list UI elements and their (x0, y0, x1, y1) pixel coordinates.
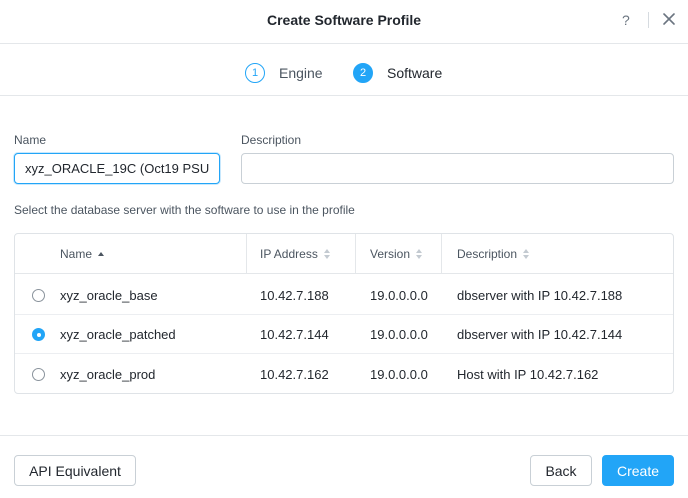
column-divider (441, 234, 442, 274)
header-divider (648, 12, 649, 28)
dialog-title: Create Software Profile (266, 12, 422, 28)
sort-ascending-icon (98, 249, 105, 259)
cell-description: dbserver with IP 10.42.7.188 (457, 287, 623, 303)
row-radio[interactable] (32, 368, 45, 381)
table-row[interactable]: xyz_oracle_patched 10.42.7.144 19.0.0.0.… (15, 314, 673, 354)
back-button[interactable]: Back (530, 455, 592, 486)
cell-ip: 10.42.7.188 (260, 287, 329, 303)
step-number-1: 1 (245, 63, 265, 83)
column-label-ip: IP Address (260, 247, 318, 261)
software-table: Name IP Address Version Description xyz_… (14, 233, 674, 394)
cell-version: 19.0.0.0.0 (370, 287, 428, 303)
cell-description: dbserver with IP 10.42.7.144 (457, 326, 623, 342)
sort-icon (416, 249, 423, 259)
name-input[interactable] (14, 153, 220, 184)
step-label-software: Software (387, 65, 443, 81)
step-number-2: 2 (353, 63, 373, 83)
sort-icon (323, 249, 331, 259)
cell-version: 19.0.0.0.0 (370, 366, 428, 382)
cell-ip: 10.42.7.144 (260, 326, 329, 342)
name-label: Name (14, 133, 47, 147)
table-header: Name IP Address Version Description (15, 234, 673, 274)
cell-version: 19.0.0.0.0 (370, 326, 428, 342)
cell-name: xyz_oracle_prod (60, 366, 156, 382)
column-divider (355, 234, 356, 274)
description-label: Description (241, 133, 302, 147)
step-software[interactable]: 2 Software (353, 62, 442, 84)
column-label-version: Version (370, 247, 411, 261)
column-label-name: Name (60, 247, 93, 261)
cell-name: xyz_oracle_patched (60, 326, 176, 342)
cell-description: Host with IP 10.42.7.162 (457, 366, 599, 382)
help-icon[interactable]: ? (622, 12, 630, 28)
dialog-footer: API Equivalent Back Create (0, 435, 688, 498)
cell-name: xyz_oracle_base (60, 287, 158, 303)
cell-ip: 10.42.7.162 (260, 366, 329, 382)
close-icon[interactable] (660, 10, 678, 28)
table-row[interactable]: xyz_oracle_base 10.42.7.188 19.0.0.0.0 d… (15, 275, 673, 315)
description-input[interactable] (241, 153, 674, 184)
row-radio[interactable] (32, 289, 45, 302)
select-hint: Select the database server with the soft… (14, 203, 355, 217)
row-radio-selected[interactable] (32, 328, 45, 341)
dialog-header: Create Software Profile ? (0, 0, 688, 44)
column-header-version[interactable]: Version (370, 234, 423, 274)
step-label-engine: Engine (279, 65, 323, 81)
column-label-description: Description (457, 247, 518, 261)
table-row[interactable]: xyz_oracle_prod 10.42.7.162 19.0.0.0.0 H… (15, 354, 673, 393)
step-engine[interactable]: 1 Engine (245, 62, 323, 84)
api-equivalent-button[interactable]: API Equivalent (14, 455, 136, 486)
column-header-name[interactable]: Name (60, 234, 105, 274)
create-button[interactable]: Create (602, 455, 674, 486)
column-header-ip[interactable]: IP Address (260, 234, 331, 274)
sort-icon (523, 249, 530, 259)
wizard-steps: 1 Engine 2 Software (0, 44, 688, 96)
column-header-description[interactable]: Description (457, 234, 530, 274)
column-divider (246, 234, 247, 274)
